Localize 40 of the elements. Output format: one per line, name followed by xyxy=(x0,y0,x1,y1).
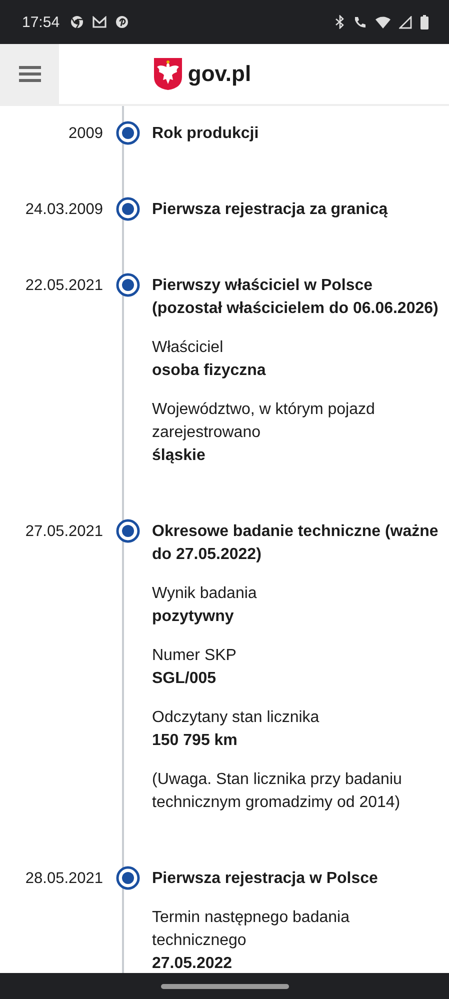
event-title: Rok produkcji xyxy=(152,124,260,144)
timeline-dot-icon xyxy=(116,197,140,221)
detail-value: SGL/005 xyxy=(152,669,218,689)
event-title: Pierwsza rejestracja w Polsce xyxy=(152,869,379,889)
phone-icon xyxy=(353,15,367,29)
event-date: 24.03.2009 xyxy=(24,200,103,220)
home-handle[interactable] xyxy=(160,984,288,988)
event-date: 2009 xyxy=(68,124,103,144)
detail-label: Numer SKP xyxy=(152,646,238,666)
event-date: 27.05.2021 xyxy=(24,522,103,542)
signal-icon xyxy=(399,16,412,28)
timeline-dot-icon xyxy=(116,519,140,543)
event-title: Pierwsza rejestracja za granicą xyxy=(152,200,389,220)
timeline-dot-icon xyxy=(116,121,140,145)
timeline-dot-icon xyxy=(116,866,140,890)
site-logo-text[interactable]: gov.pl xyxy=(188,61,252,87)
detail-label: Odczytany stan licznika xyxy=(152,708,320,728)
detail-label: Właściciel xyxy=(152,338,224,358)
wifi-icon xyxy=(375,16,391,28)
bluetooth-icon xyxy=(335,15,345,29)
detail-value: śląskie xyxy=(152,446,206,466)
detail-label: Termin następnego badania technicznego xyxy=(152,908,350,951)
browser-icon xyxy=(70,15,84,29)
detail-value: osoba fizyczna xyxy=(152,361,267,381)
menu-button[interactable] xyxy=(0,44,59,104)
note-text: (Uwaga. Stan licznika przy badaniu technicznym gromadzimy od 2014) xyxy=(152,770,403,813)
event-date: 22.05.2021 xyxy=(24,276,103,296)
eagle-emblem-icon xyxy=(152,57,183,91)
timeline-dot-icon xyxy=(116,273,140,297)
detail-value: pozytywny xyxy=(152,607,235,627)
menu-icon xyxy=(18,66,40,82)
status-time: 17:54 xyxy=(22,14,60,30)
battery-icon xyxy=(420,14,429,30)
event-title: Pierwszy właściciel w Polsce (pozostał właścicielem do 06.06.2026) xyxy=(152,276,440,319)
event-date: 28.05.2021 xyxy=(24,869,103,889)
mail-icon xyxy=(92,16,107,28)
detail-value: 150 795 km xyxy=(152,731,238,751)
event-title: Okresowe badanie techniczne (ważne do 27.05.2022) xyxy=(152,522,440,565)
detail-value: 27.05.2022 xyxy=(152,954,234,973)
detail-label: Wynik badania xyxy=(152,584,258,604)
